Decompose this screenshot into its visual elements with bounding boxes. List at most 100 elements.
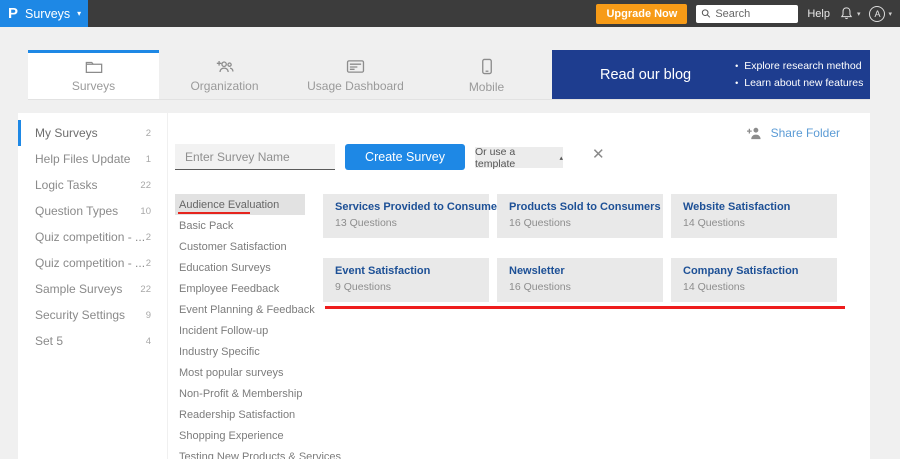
sidebar-item-quiz-competition-1[interactable]: Quiz competition - ... 2 bbox=[18, 224, 167, 250]
category-basic-pack[interactable]: Basic Pack bbox=[175, 215, 305, 236]
category-label: Audience Evaluation bbox=[179, 198, 280, 211]
category-education-surveys[interactable]: Education Surveys bbox=[175, 257, 305, 278]
chevron-down-icon: ▾ bbox=[888, 10, 892, 18]
sidebar-item-count: 2 bbox=[145, 257, 151, 269]
category-label: Customer Satisfaction bbox=[179, 240, 287, 253]
category-label: Most popular surveys bbox=[179, 366, 284, 379]
chevron-down-icon: ▾ bbox=[77, 9, 82, 18]
sidebar-item-logic-tasks[interactable]: Logic Tasks 22 bbox=[18, 172, 167, 198]
mobile-icon bbox=[481, 58, 492, 75]
template-card-products-sold[interactable]: Products Sold to Consumers 16 Questions bbox=[497, 194, 663, 238]
sidebar-item-label: Quiz competition - ... bbox=[35, 230, 146, 244]
banner-bullet-list: • Explore research method • Learn about ne… bbox=[735, 60, 863, 89]
chevron-up-icon: ▴ bbox=[559, 154, 563, 162]
search-input[interactable] bbox=[715, 7, 794, 20]
tab-mobile[interactable]: Mobile bbox=[421, 50, 552, 99]
upgrade-now-button[interactable]: Upgrade Now bbox=[596, 3, 688, 24]
tab-surveys[interactable]: Surveys bbox=[28, 50, 159, 99]
survey-name-input[interactable] bbox=[175, 144, 335, 170]
category-audience-evaluation[interactable]: Audience Evaluation bbox=[175, 194, 305, 215]
sidebar-item-count: 10 bbox=[140, 205, 151, 217]
template-card-newsletter[interactable]: Newsletter 16 Questions bbox=[497, 258, 663, 302]
top-bar: P Surveys ▾ Upgrade Now Help ▾ A ▾ bbox=[0, 0, 900, 27]
sidebar-item-my-surveys[interactable]: My Surveys 2 bbox=[18, 120, 167, 146]
sidebar-item-question-types[interactable]: Question Types 10 bbox=[18, 198, 167, 224]
sidebar-item-label: Sample Surveys bbox=[35, 282, 123, 296]
sidebar-item-set-5[interactable]: Set 5 4 bbox=[18, 328, 167, 354]
annotation-underline bbox=[178, 212, 250, 214]
add-person-icon bbox=[746, 127, 761, 140]
category-employee-feedback[interactable]: Employee Feedback bbox=[175, 278, 305, 299]
category-shopping-experience[interactable]: Shopping Experience bbox=[175, 425, 305, 446]
template-card-services-provided[interactable]: Services Provided to Consumers 13 Questio… bbox=[323, 194, 508, 238]
category-readership-satisfaction[interactable]: Readership Satisfaction bbox=[175, 404, 305, 425]
template-card-title: Services Provided to Consumers bbox=[335, 201, 508, 213]
sidebar-item-count: 2 bbox=[145, 127, 151, 139]
bullet-icon: • bbox=[735, 78, 739, 88]
sidebar-item-label: Question Types bbox=[35, 204, 119, 218]
search-icon bbox=[702, 9, 711, 18]
category-industry-specific[interactable]: Industry Specific bbox=[175, 341, 305, 362]
account-menu[interactable]: A ▾ bbox=[869, 5, 892, 22]
banner-bullet-text: Learn about new features bbox=[744, 77, 864, 89]
category-label: Incident Follow-up bbox=[179, 324, 269, 337]
banner-bullet: • Learn about new features bbox=[735, 77, 863, 89]
category-customer-satisfaction[interactable]: Customer Satisfaction bbox=[175, 236, 305, 257]
sidebar-item-count: 22 bbox=[140, 283, 151, 295]
template-card-title: Website Satisfaction bbox=[683, 201, 791, 213]
category-testing-new-products[interactable]: Testing New Products & Services bbox=[175, 446, 341, 459]
annotation-underline bbox=[325, 306, 845, 309]
template-card-website-satisfaction[interactable]: Website Satisfaction 14 Questions bbox=[671, 194, 837, 238]
template-card-questions: 16 Questions bbox=[509, 281, 571, 293]
create-survey-button[interactable]: Create Survey bbox=[345, 144, 465, 170]
category-label: Industry Specific bbox=[179, 345, 260, 358]
tab-usage-dashboard[interactable]: Usage Dashboard bbox=[290, 50, 421, 99]
category-label: Non-Profit & Membership bbox=[179, 387, 303, 400]
notifications-menu[interactable]: ▾ bbox=[839, 6, 860, 21]
use-template-dropdown[interactable]: Or use a template ▴ bbox=[475, 145, 563, 170]
help-link[interactable]: Help bbox=[807, 8, 830, 20]
template-card-title: Company Satisfaction bbox=[683, 265, 799, 277]
avatar: A bbox=[869, 5, 886, 22]
folder-sidebar: My Surveys 2 Help Files Update 1 Logic Tas… bbox=[18, 113, 168, 459]
sidebar-item-label: Security Settings bbox=[35, 308, 126, 322]
blog-banner[interactable]: Read our blog • Explore research method •… bbox=[552, 50, 870, 99]
tab-label: Organization bbox=[190, 79, 259, 93]
bullet-icon: • bbox=[735, 61, 739, 71]
category-event-planning-feedback[interactable]: Event Planning & Feedback bbox=[175, 299, 315, 320]
template-card-title: Newsletter bbox=[509, 265, 565, 277]
topbar-right-cluster: Upgrade Now Help ▾ A ▾ bbox=[596, 3, 900, 24]
sidebar-item-count: 2 bbox=[145, 231, 151, 243]
template-card-questions: 13 Questions bbox=[335, 217, 397, 229]
sidebar-item-help-files-update[interactable]: Help Files Update 1 bbox=[18, 146, 167, 172]
category-most-popular-surveys[interactable]: Most popular surveys bbox=[175, 362, 305, 383]
tab-label: Usage Dashboard bbox=[307, 79, 404, 93]
sidebar-item-security-settings[interactable]: Security Settings 9 bbox=[18, 302, 167, 328]
category-incident-follow-up[interactable]: Incident Follow-up bbox=[175, 320, 305, 341]
template-card-company-satisfaction[interactable]: Company Satisfaction 14 Questions bbox=[671, 258, 837, 302]
category-non-profit-membership[interactable]: Non-Profit & Membership bbox=[175, 383, 305, 404]
category-label: Employee Feedback bbox=[179, 282, 280, 295]
category-label: Readership Satisfaction bbox=[179, 408, 296, 421]
banner-title[interactable]: Read our blog bbox=[600, 67, 691, 83]
use-template-label: Or use a template bbox=[475, 145, 516, 170]
category-label: Testing New Products & Services bbox=[179, 450, 342, 459]
sidebar-item-label: Set 5 bbox=[35, 334, 64, 348]
add-group-icon bbox=[216, 61, 234, 73]
topbar-search[interactable] bbox=[696, 4, 799, 23]
category-label: Basic Pack bbox=[179, 219, 234, 232]
close-icon[interactable]: ✕ bbox=[592, 145, 605, 163]
template-card-event-satisfaction[interactable]: Event Satisfaction 9 Questions bbox=[323, 258, 489, 302]
sidebar-item-count: 1 bbox=[145, 153, 151, 165]
sidebar-item-count: 4 bbox=[145, 335, 151, 347]
tab-label: Mobile bbox=[468, 80, 505, 94]
template-card-questions: 14 Questions bbox=[683, 281, 745, 293]
app-logo-area[interactable]: P Surveys ▾ bbox=[0, 0, 88, 27]
sidebar-item-sample-surveys[interactable]: Sample Surveys 22 bbox=[18, 276, 167, 302]
sidebar-item-label: Logic Tasks bbox=[35, 178, 98, 192]
banner-bullet: • Explore research method bbox=[735, 60, 863, 72]
share-folder-button[interactable]: Share Folder bbox=[746, 126, 840, 140]
tab-organization[interactable]: Organization bbox=[159, 50, 290, 99]
category-label: Shopping Experience bbox=[179, 429, 284, 442]
sidebar-item-quiz-competition-2[interactable]: Quiz competition - ... 2 bbox=[18, 250, 167, 276]
